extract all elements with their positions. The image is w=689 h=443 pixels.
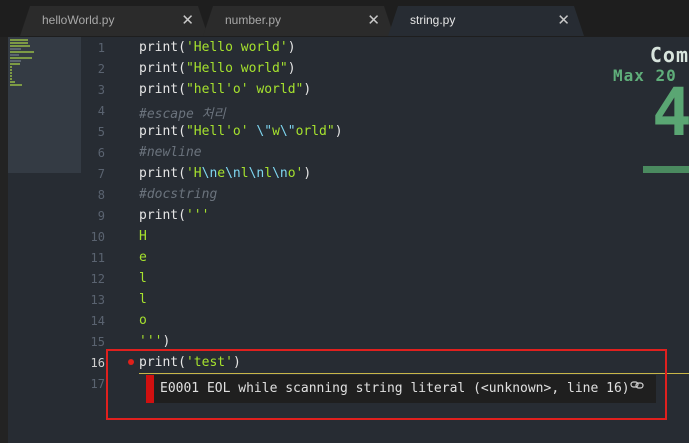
line-number: 17: [90, 377, 105, 391]
line-number: 12: [90, 272, 105, 286]
code-line-8: #docstring: [139, 187, 217, 202]
line-number: 11: [90, 251, 105, 265]
code-escape: \n: [225, 166, 241, 181]
line-number: 1: [97, 41, 105, 55]
code-token: o': [287, 166, 304, 181]
code-token: ): [287, 61, 296, 76]
code-escape: \n: [201, 166, 218, 181]
overlay-bar: [643, 166, 689, 173]
line-number: 3: [97, 83, 105, 97]
code-line-9: print(''': [139, 208, 209, 223]
code-token: print(: [139, 208, 186, 223]
close-icon[interactable]: ✕: [557, 11, 570, 29]
code-token: w: [272, 124, 280, 139]
code-token: ): [162, 334, 171, 349]
code-token: e: [217, 166, 226, 181]
line-number: 13: [90, 293, 105, 307]
code-token: ): [303, 82, 312, 97]
code-token: ): [334, 124, 343, 139]
code-token: l: [240, 166, 249, 181]
code-line-7: print('H\ne\nl\nl\no'): [139, 166, 311, 181]
code-line-5: print("Hell'o' \"w\"orld"): [139, 124, 343, 139]
code-line-13: l: [139, 292, 147, 307]
line-number-current: 16: [90, 356, 105, 370]
line-number: 9: [97, 209, 105, 223]
line-number: 14: [90, 314, 105, 328]
code-comment: #escape 처리: [139, 107, 226, 122]
code-token: orld": [295, 124, 335, 139]
code-token: print(: [139, 61, 186, 76]
code-line-1: print('Hello world'): [139, 40, 296, 55]
code-token: "hell'o' world": [185, 82, 304, 97]
line-number: 5: [97, 125, 105, 139]
close-icon[interactable]: ✕: [181, 11, 194, 29]
code-escape: \": [256, 124, 273, 139]
code-token: 'Hello world': [185, 40, 288, 55]
tab-label: number.py: [225, 13, 282, 27]
code-token: print(: [139, 124, 186, 139]
code-line-6: #newline: [139, 145, 202, 160]
line-number: 15: [90, 335, 105, 349]
code-token: print(: [139, 40, 186, 55]
tab-number[interactable]: number.py ✕: [203, 6, 394, 36]
code-line-3: print("hell'o' world"): [139, 82, 311, 97]
code-comment: #docstring: [139, 187, 218, 202]
code-line-15: '''): [139, 334, 170, 349]
overlay-top-text: Com: [649, 43, 689, 67]
close-icon[interactable]: ✕: [367, 11, 380, 29]
code-line-4: #escape 처리: [139, 103, 226, 122]
line-number: 7: [97, 167, 105, 181]
code-token: print(: [139, 82, 186, 97]
annotation-highlight-box: [106, 349, 667, 420]
code-escape: \": [279, 124, 296, 139]
tab-helloworld[interactable]: helloWorld.py ✕: [20, 6, 208, 36]
code-token: ): [287, 40, 296, 55]
line-number: 10: [90, 230, 105, 244]
minimap[interactable]: [8, 37, 81, 173]
code-token: "Hell'o': [185, 124, 257, 139]
code-token: "Hello world": [185, 61, 288, 76]
code-token: ''': [139, 334, 163, 349]
code-line-11: e: [139, 250, 147, 265]
tab-bar: helloWorld.py ✕ number.py ✕ string.py ✕: [0, 0, 689, 38]
tab-string[interactable]: string.py ✕: [388, 6, 584, 36]
code-escape: \n: [272, 166, 288, 181]
editor-left-edge: [0, 37, 8, 443]
line-number: 6: [97, 146, 105, 160]
code-line-14: o: [139, 313, 147, 328]
line-number: 4: [97, 104, 105, 118]
line-number: 8: [97, 188, 105, 202]
line-number: 2: [97, 62, 105, 76]
code-line-2: print("Hello world"): [139, 61, 296, 76]
code-token: print(: [139, 166, 186, 181]
code-token: ''': [185, 208, 210, 223]
code-line-10: H: [139, 229, 147, 244]
code-comment: #newline: [139, 145, 202, 160]
tab-label: helloWorld.py: [42, 13, 115, 27]
code-token: l: [264, 166, 273, 181]
overlay-big-digit: 4: [652, 74, 689, 151]
code-token: ): [303, 166, 312, 181]
code-line-12: l: [139, 271, 147, 286]
code-escape: \n: [248, 166, 265, 181]
code-token: 'H: [185, 166, 202, 181]
tab-label: string.py: [410, 13, 456, 27]
